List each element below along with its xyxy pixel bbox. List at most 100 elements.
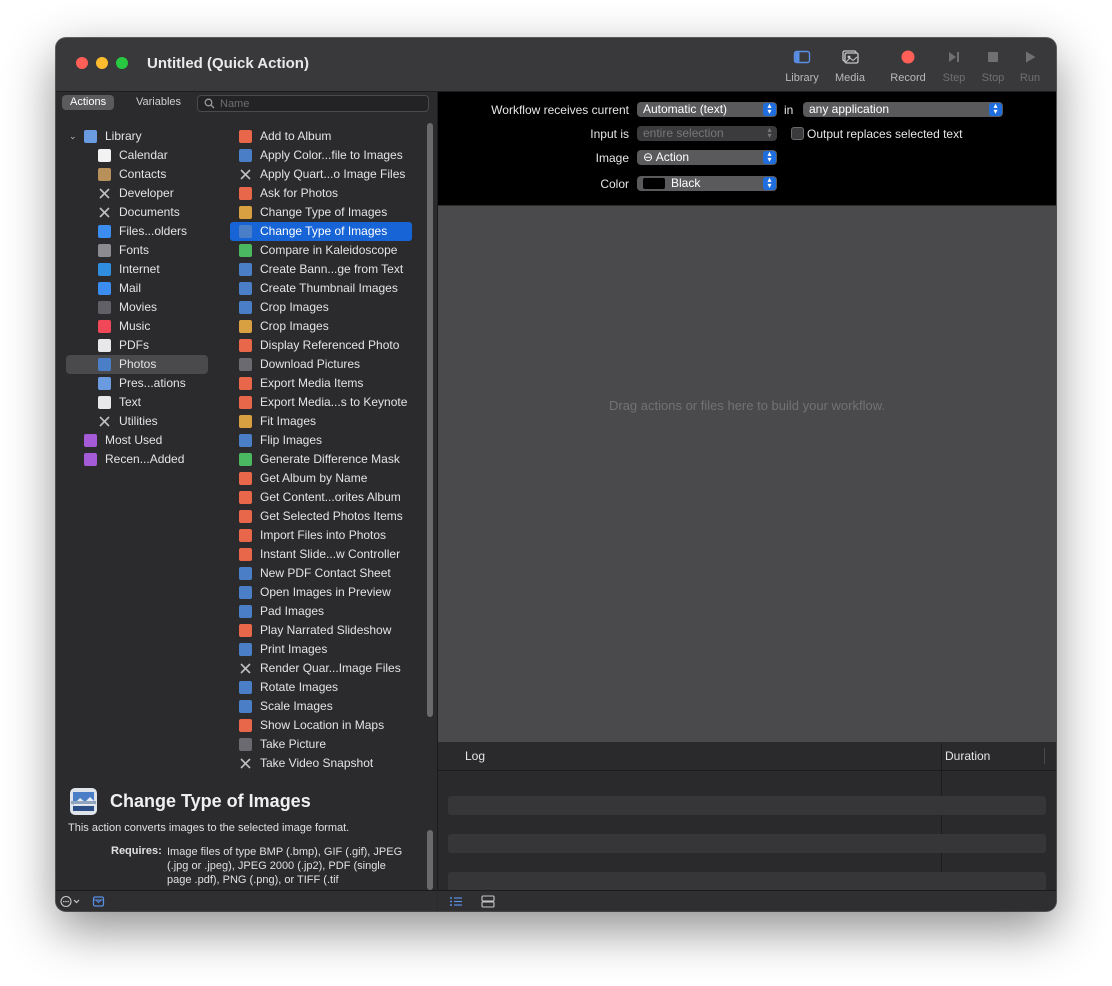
action-item[interactable]: Get Content...orites Album bbox=[230, 488, 412, 507]
library-item-photos[interactable]: Photos bbox=[66, 355, 208, 374]
disclosure-triangle-icon[interactable]: ⌄ bbox=[69, 127, 77, 146]
action-label: Apply Color...file to Images bbox=[260, 148, 403, 162]
list-view-icon[interactable] bbox=[449, 895, 463, 908]
action-item[interactable]: Play Narrated Slideshow bbox=[230, 621, 412, 640]
action-item[interactable]: Take Video Snapshot bbox=[230, 754, 412, 773]
action-item[interactable]: Download Pictures bbox=[230, 355, 412, 374]
color-popup[interactable]: Black ▴ ▾ bbox=[637, 176, 777, 191]
library-item-movies[interactable]: Movies bbox=[56, 298, 226, 317]
library-item-most-used[interactable]: Most Used bbox=[56, 431, 226, 450]
contacts-icon bbox=[98, 168, 111, 181]
scrollbar-thumb[interactable] bbox=[427, 123, 433, 717]
action-item[interactable]: Export Media...s to Keynote bbox=[230, 393, 412, 412]
action-item[interactable]: Open Images in Preview bbox=[230, 583, 412, 602]
action-icon bbox=[239, 263, 252, 276]
action-item[interactable]: Take Picture bbox=[230, 735, 412, 754]
action-list-scrollbar[interactable] bbox=[425, 120, 434, 775]
output-replaces-checkbox[interactable] bbox=[791, 127, 804, 140]
action-item[interactable]: Display Referenced Photo bbox=[230, 336, 412, 355]
action-item[interactable]: Crop Images bbox=[230, 298, 412, 317]
split-view-icon[interactable] bbox=[481, 895, 495, 908]
input-popup[interactable]: entire selection ▴ ▾ bbox=[637, 126, 777, 141]
library-button[interactable]: Library bbox=[778, 46, 826, 84]
library-item-text[interactable]: Text bbox=[56, 393, 226, 412]
action-description: Change Type of Images This action conver… bbox=[56, 780, 426, 890]
log-header: Log Duration bbox=[438, 743, 1056, 771]
library-item-mail[interactable]: Mail bbox=[56, 279, 226, 298]
action-item[interactable]: Change Type of Images bbox=[230, 203, 412, 222]
zoom-window-button[interactable] bbox=[116, 57, 128, 69]
image-popup[interactable]: ⊖ Action ▴ ▾ bbox=[637, 150, 777, 165]
action-label: Export Media...s to Keynote bbox=[260, 395, 408, 409]
action-label: Take Video Snapshot bbox=[260, 756, 374, 770]
action-item[interactable]: Export Media Items bbox=[230, 374, 412, 393]
scrollbar-thumb[interactable] bbox=[427, 830, 433, 890]
library-item-label: Photos bbox=[119, 357, 157, 371]
application-popup[interactable]: any application ▴ ▾ bbox=[803, 102, 1003, 117]
action-item[interactable]: Get Selected Photos Items bbox=[230, 507, 412, 526]
library-item-fonts[interactable]: Fonts bbox=[56, 241, 226, 260]
library-item-internet[interactable]: Internet bbox=[56, 260, 226, 279]
action-item[interactable]: Pad Images bbox=[230, 602, 412, 621]
action-item[interactable]: Flip Images bbox=[230, 431, 412, 450]
library-item-pres-ations[interactable]: Pres...ations bbox=[56, 374, 226, 393]
tab-variables[interactable]: Variables bbox=[128, 95, 189, 110]
action-icon bbox=[239, 567, 252, 580]
log-row bbox=[448, 796, 1046, 815]
library-item-recen-added[interactable]: Recen...Added bbox=[56, 450, 226, 469]
description-toggle-icon[interactable] bbox=[92, 895, 105, 908]
run-button[interactable]: Run bbox=[1006, 46, 1054, 84]
action-icon bbox=[239, 244, 252, 257]
more-options-icon[interactable] bbox=[60, 895, 82, 908]
action-item[interactable]: Rotate Images bbox=[230, 678, 412, 697]
popup-arrows-icon: ▴ ▾ bbox=[763, 102, 776, 116]
action-item[interactable]: Fit Images bbox=[230, 412, 412, 431]
tab-actions[interactable]: Actions bbox=[62, 95, 115, 110]
action-item[interactable]: Add to Album bbox=[230, 127, 412, 146]
workflow-canvas[interactable]: Drag actions or files here to build your… bbox=[438, 206, 1056, 742]
action-item[interactable]: Create Bann...ge from Text bbox=[230, 260, 412, 279]
library-item-music[interactable]: Music bbox=[56, 317, 226, 336]
action-item[interactable]: Show Location in Maps bbox=[230, 716, 412, 735]
action-item[interactable]: Print Images bbox=[230, 640, 412, 659]
finder-icon bbox=[98, 225, 111, 238]
action-item[interactable]: Change Type of Images bbox=[230, 222, 412, 241]
close-window-button[interactable] bbox=[76, 57, 88, 69]
action-item[interactable]: Get Album by Name bbox=[230, 469, 412, 488]
log-column-header[interactable]: Log bbox=[465, 749, 485, 763]
library-item-utilities[interactable]: Utilities bbox=[56, 412, 226, 431]
action-item[interactable]: Render Quar...Image Files bbox=[230, 659, 412, 678]
library-item-files-olders[interactable]: Files...olders bbox=[56, 222, 226, 241]
description-scrollbar[interactable] bbox=[425, 830, 434, 890]
media-button[interactable]: Media bbox=[826, 46, 874, 84]
action-label: Ask for Photos bbox=[260, 186, 339, 200]
action-item[interactable]: Compare in Kaleidoscope bbox=[230, 241, 412, 260]
action-item[interactable]: Generate Difference Mask bbox=[230, 450, 412, 469]
library-item-contacts[interactable]: Contacts bbox=[56, 165, 226, 184]
library-item-library[interactable]: ⌄ Library bbox=[56, 127, 226, 146]
library-item-pdfs[interactable]: PDFs bbox=[56, 336, 226, 355]
action-label: Create Bann...ge from Text bbox=[260, 262, 404, 276]
action-label: Instant Slide...w Controller bbox=[260, 547, 401, 561]
library-item-documents[interactable]: Documents bbox=[56, 203, 226, 222]
search-input[interactable] bbox=[220, 96, 420, 111]
action-item[interactable]: Apply Color...file to Images bbox=[230, 146, 412, 165]
duration-column-header[interactable]: Duration bbox=[945, 749, 990, 763]
minimize-window-button[interactable] bbox=[96, 57, 108, 69]
record-button[interactable]: Record bbox=[884, 46, 932, 84]
action-item[interactable]: Create Thumbnail Images bbox=[230, 279, 412, 298]
action-item[interactable]: Crop Images bbox=[230, 317, 412, 336]
pane-tabs: Actions Variables bbox=[56, 92, 437, 117]
action-item[interactable]: Ask for Photos bbox=[230, 184, 412, 203]
action-item[interactable]: New PDF Contact Sheet bbox=[230, 564, 412, 583]
action-item[interactable]: Scale Images bbox=[230, 697, 412, 716]
library-pane: Actions Variables ⌄ Library Calendar Contac… bbox=[56, 92, 438, 890]
action-item[interactable]: Instant Slide...w Controller bbox=[230, 545, 412, 564]
action-item[interactable]: Import Files into Photos bbox=[230, 526, 412, 545]
action-item[interactable]: Apply Quart...o Image Files bbox=[230, 165, 412, 184]
fonts-icon bbox=[98, 244, 111, 257]
library-item-calendar[interactable]: Calendar bbox=[56, 146, 226, 165]
library-item-developer[interactable]: Developer bbox=[56, 184, 226, 203]
receives-popup[interactable]: Automatic (text) ▴ ▾ bbox=[637, 102, 777, 117]
action-icon bbox=[239, 757, 252, 770]
